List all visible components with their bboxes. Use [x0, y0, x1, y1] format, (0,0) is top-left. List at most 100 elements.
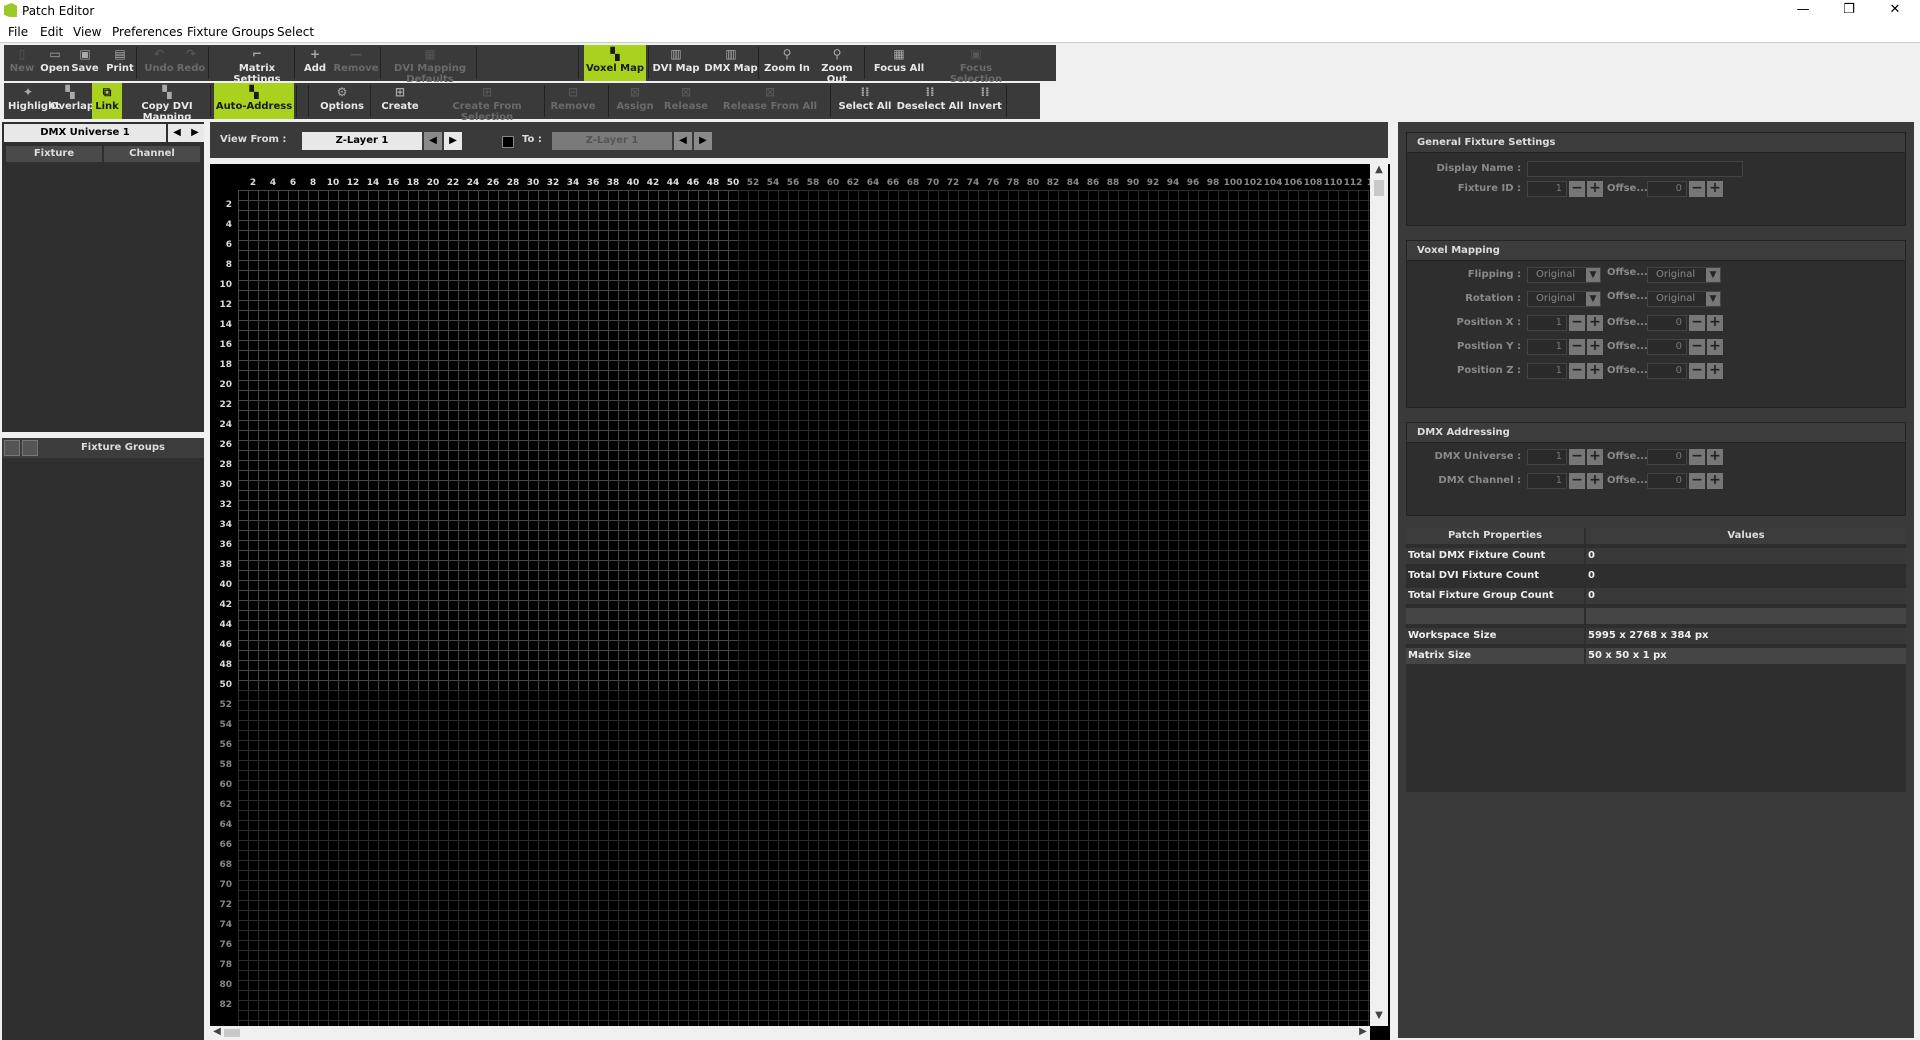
save-button[interactable]: ▣ Save — [70, 45, 100, 81]
menu-edit[interactable]: Edit — [40, 25, 63, 39]
menu-preferences[interactable]: Preferences — [112, 25, 183, 39]
scroll-left-icon[interactable]: ◀ — [210, 1026, 224, 1037]
display-name-input[interactable] — [1527, 161, 1743, 177]
restore-button[interactable]: ❐ — [1826, 0, 1872, 22]
scroll-right-icon[interactable]: ▶ — [1356, 1026, 1370, 1037]
view-to-next-button[interactable]: ▶ — [694, 132, 712, 150]
auto-address-button[interactable]: ▚ Auto-Address — [214, 83, 294, 119]
position-y-offset-plus-button[interactable]: + — [1707, 339, 1723, 355]
open-button[interactable]: ▭ Open — [40, 45, 70, 81]
dmx-universe-plus-button[interactable]: + — [1587, 449, 1603, 465]
overlap-button[interactable]: ▚ Overlap — [50, 83, 94, 119]
flipping-offset-select[interactable]: Original ▼ — [1647, 267, 1721, 283]
copy-dvi-mapping-button[interactable]: ▚ Copy DVI Mapping — [124, 83, 210, 123]
dvi-map-button[interactable]: ▥ DVI Map — [650, 45, 702, 81]
fixture-id-offset-input[interactable]: 0 — [1647, 181, 1687, 197]
menu-file[interactable]: File — [8, 25, 28, 39]
zoom-out-button[interactable]: ⚲ Zoom Out — [812, 45, 862, 85]
dmx-channel-minus-button[interactable]: − — [1569, 473, 1585, 489]
to-enable-checkbox[interactable] — [502, 136, 514, 148]
patch-properties-header[interactable]: Patch Properties — [1406, 528, 1584, 544]
position-x-offset-plus-button[interactable]: + — [1707, 315, 1723, 331]
view-from-next-button[interactable]: ▶ — [444, 132, 462, 150]
dmx-channel-offset-plus-button[interactable]: + — [1707, 473, 1723, 489]
fixture-id-input[interactable]: 1 — [1527, 181, 1567, 197]
horizontal-scrollbar[interactable]: ◀ ▶ — [210, 1026, 1370, 1040]
dmx-universe-offset-plus-button[interactable]: + — [1707, 449, 1723, 465]
print-button[interactable]: ▤ Print — [104, 45, 136, 81]
highlight-button[interactable]: ✦ Highlight — [8, 83, 60, 119]
add-group-icon[interactable] — [4, 440, 20, 456]
rotation-offset-select[interactable]: Original ▼ — [1647, 291, 1721, 307]
options-button[interactable]: ⚙ Options — [316, 83, 368, 119]
deselect-all-button[interactable]: ⁞⁞ Deselect All — [896, 83, 964, 119]
redo-button[interactable]: ↷ Redo — [176, 45, 206, 81]
menu-view[interactable]: View — [73, 25, 101, 39]
rotation-select[interactable]: Original ▼ — [1527, 291, 1601, 307]
position-x-offset-input[interactable]: 0 — [1647, 315, 1687, 331]
create-button[interactable]: ⊞ Create — [374, 83, 426, 119]
position-y-offset-minus-button[interactable]: − — [1689, 339, 1705, 355]
remove-button[interactable]: ⊟ Remove — [548, 83, 598, 119]
next-universe-button[interactable]: ▶ — [186, 124, 204, 142]
minimize-button[interactable]: — — [1780, 0, 1826, 22]
position-x-input[interactable]: 1 — [1527, 315, 1567, 331]
release-from-all-button[interactable]: ⊠ Release From All — [716, 83, 824, 119]
zoom-in-button[interactable]: ⚲ Zoom In — [764, 45, 810, 81]
view-to-select[interactable]: Z-Layer 1 — [552, 132, 672, 150]
new-button[interactable]: ▯ New — [8, 45, 36, 81]
position-z-input[interactable]: 1 — [1527, 363, 1567, 379]
assign-button[interactable]: ⊠ Assign — [612, 83, 658, 119]
menu-fixture-groups[interactable]: Fixture Groups — [187, 25, 274, 39]
vertical-scroll-thumb[interactable] — [1374, 180, 1384, 196]
dmx-universe-offset-minus-button[interactable]: − — [1689, 449, 1705, 465]
position-z-minus-button[interactable]: − — [1569, 363, 1585, 379]
position-z-plus-button[interactable]: + — [1587, 363, 1603, 379]
position-x-plus-button[interactable]: + — [1587, 315, 1603, 331]
channel-column-header[interactable]: Channel — [104, 146, 200, 162]
fixture-id-offset-minus-button[interactable]: − — [1689, 181, 1705, 197]
prev-universe-button[interactable]: ◀ — [168, 124, 186, 142]
view-to-prev-button[interactable]: ◀ — [674, 132, 692, 150]
position-y-plus-button[interactable]: + — [1587, 339, 1603, 355]
dmx-universe-minus-button[interactable]: − — [1569, 449, 1585, 465]
select-all-button[interactable]: ⁞⁞ Select All — [838, 83, 892, 119]
create-from-selection-button[interactable]: ⊞ Create From Selection — [428, 83, 546, 123]
position-z-offset-input[interactable]: 0 — [1647, 363, 1687, 379]
position-z-offset-minus-button[interactable]: − — [1689, 363, 1705, 379]
voxel-grid[interactable] — [238, 190, 1372, 1026]
remove-button[interactable]: — Remove — [330, 45, 382, 81]
values-header[interactable]: Values — [1586, 528, 1906, 544]
position-y-input[interactable]: 1 — [1527, 339, 1567, 355]
position-y-offset-input[interactable]: 0 — [1647, 339, 1687, 355]
fixture-column-header[interactable]: Fixture — [6, 146, 102, 162]
flipping-select[interactable]: Original ▼ — [1527, 267, 1601, 283]
remove-group-icon[interactable] — [22, 440, 38, 456]
voxel-map-button[interactable]: ▚ Voxel Map — [584, 45, 646, 81]
dmx-channel-offset-minus-button[interactable]: − — [1689, 473, 1705, 489]
position-z-offset-plus-button[interactable]: + — [1707, 363, 1723, 379]
dmx-channel-plus-button[interactable]: + — [1587, 473, 1603, 489]
matrix-settings-button[interactable]: ⌐ Matrix Settings — [214, 45, 300, 85]
position-x-minus-button[interactable]: − — [1569, 315, 1585, 331]
position-y-minus-button[interactable]: − — [1569, 339, 1585, 355]
position-x-offset-minus-button[interactable]: − — [1689, 315, 1705, 331]
focus-selection-button[interactable]: ▣ Focus Selection — [932, 45, 1020, 85]
fixture-id-plus-button[interactable]: + — [1587, 181, 1603, 197]
view-from-select[interactable]: Z-Layer 1 — [302, 132, 422, 150]
menu-select[interactable]: Select — [277, 25, 314, 39]
fixture-id-offset-plus-button[interactable]: + — [1707, 181, 1723, 197]
undo-button[interactable]: ↶ Undo — [144, 45, 174, 81]
scroll-down-icon[interactable]: ▼ — [1370, 1010, 1388, 1021]
scroll-up-icon[interactable]: ▲ — [1370, 164, 1388, 175]
link-button[interactable]: ⧉ Link — [92, 83, 122, 119]
dmx-universe-offset-input[interactable]: 0 — [1647, 449, 1687, 465]
dmx-channel-input[interactable]: 1 — [1527, 473, 1567, 489]
add-button[interactable]: + Add — [300, 45, 330, 81]
vertical-scrollbar[interactable]: ▲ ▼ — [1370, 164, 1388, 1026]
dmx-universe-selector[interactable]: DMX Universe 1 — [4, 124, 166, 142]
dmx-universe-input[interactable]: 1 — [1527, 449, 1567, 465]
dmx-map-button[interactable]: ▥ DMX Map — [704, 45, 758, 81]
view-from-prev-button[interactable]: ◀ — [424, 132, 442, 150]
focus-all-button[interactable]: ▦ Focus All — [870, 45, 928, 81]
